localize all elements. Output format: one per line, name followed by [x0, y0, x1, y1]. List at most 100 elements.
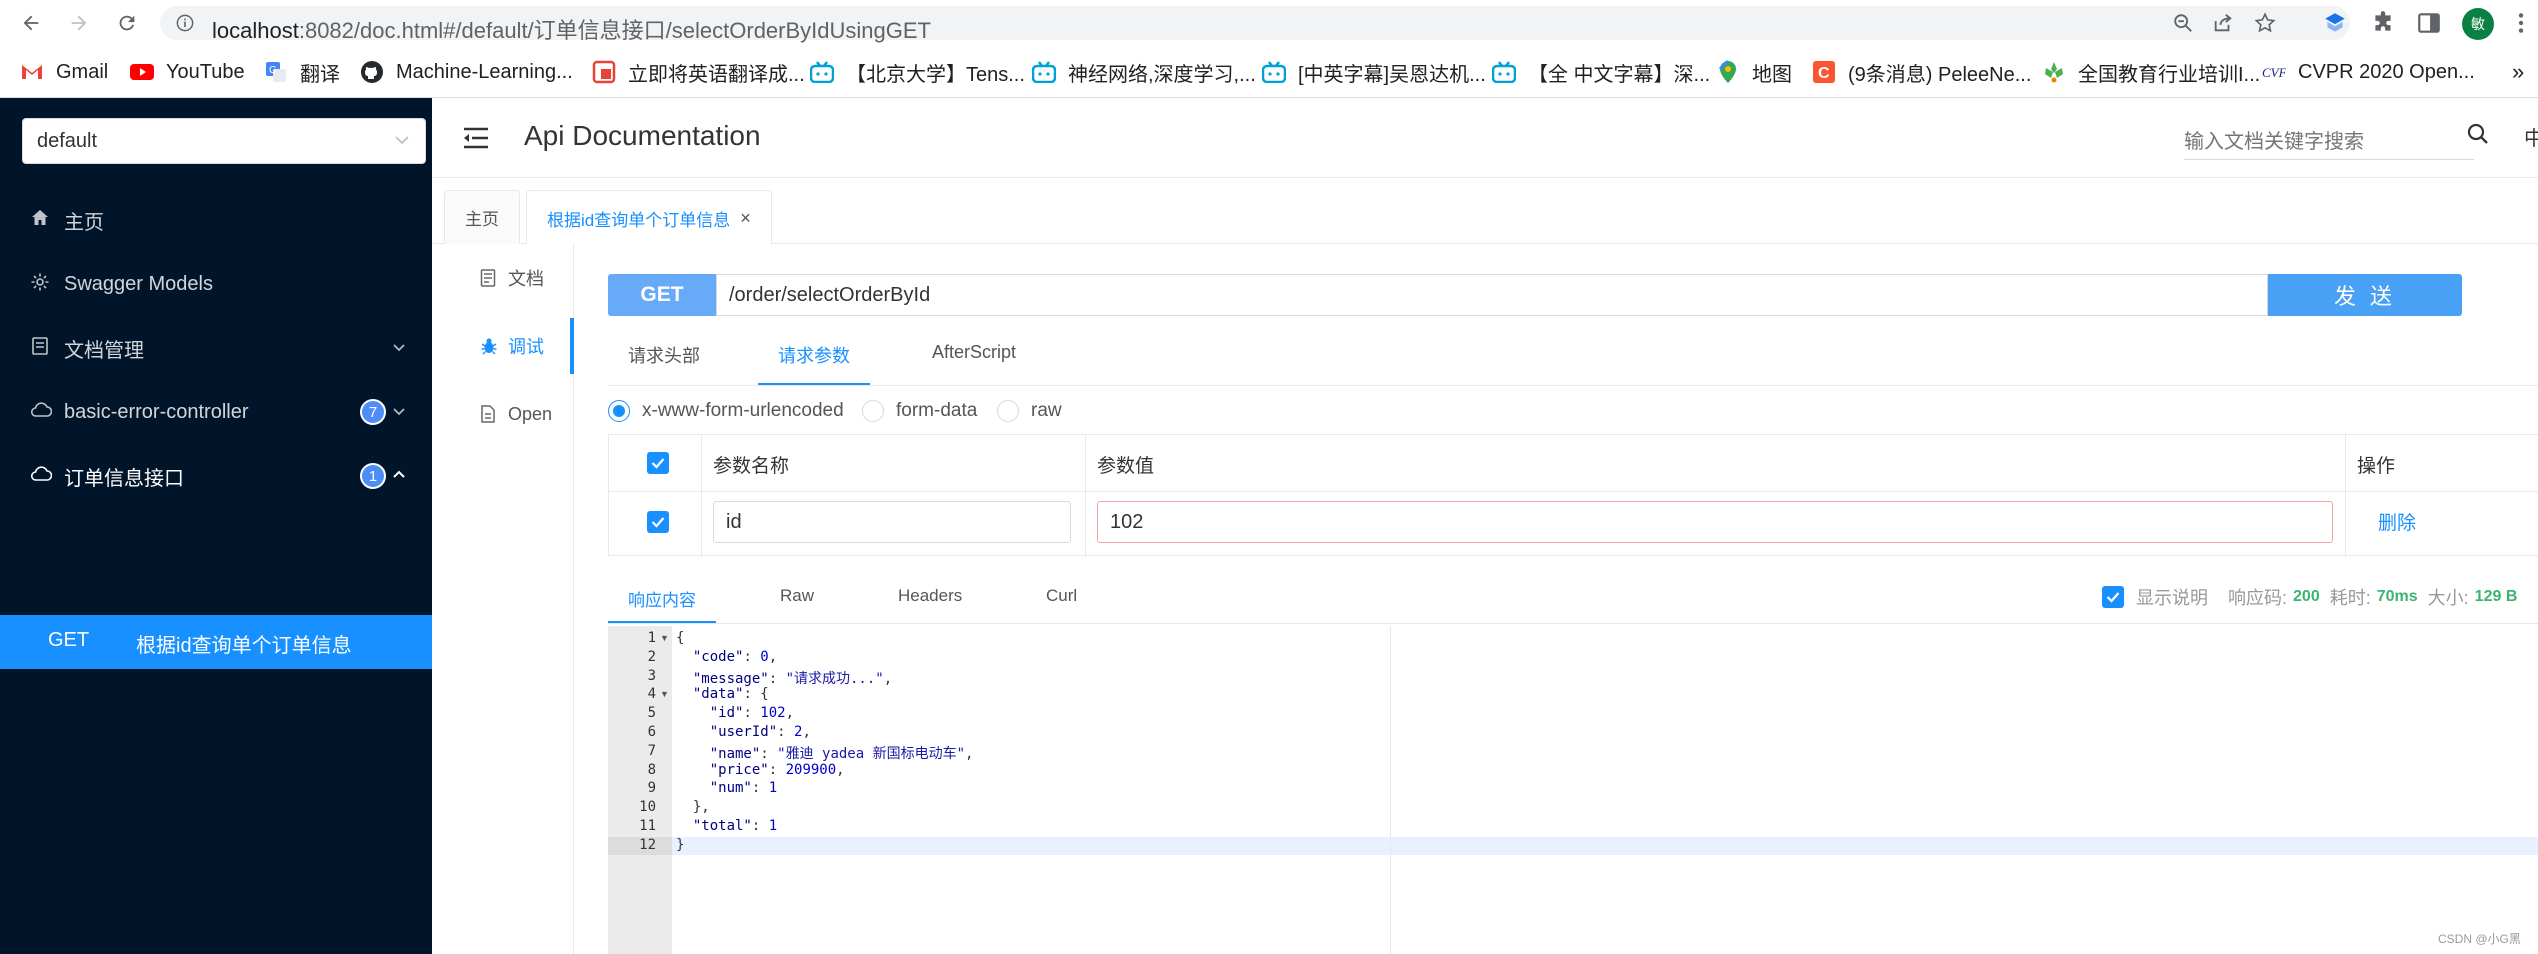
http-method-badge: GET [608, 274, 716, 316]
url-text: localhost:8082/doc.html#/default/订单信息接口/… [212, 13, 931, 45]
tab-response-raw[interactable]: Raw [780, 586, 814, 624]
bookmark-label: 立即将英语翻译成... [628, 63, 805, 86]
sidebar-item-order-api[interactable]: 订单信息接口 1 [0, 444, 432, 508]
close-icon[interactable]: × [740, 208, 751, 229]
bookmark-neural-networks[interactable]: 神经网络,深度学习,... [1032, 58, 1256, 86]
bookmark-gmail[interactable]: Gmail [20, 58, 108, 86]
sub-nav-debug[interactable]: 调试 [432, 318, 574, 374]
gear-icon [30, 272, 52, 294]
sub-nav-docs[interactable]: 文档 [432, 250, 574, 306]
send-button[interactable]: 发 送 [2268, 274, 2462, 316]
language-switch[interactable]: 中 [2524, 122, 2538, 151]
column-header-param-value: 参数值 [1097, 456, 1155, 477]
params-table: 参数名称 参数值 操作 id 102 [608, 434, 2538, 557]
bookmark-machine-learning[interactable]: Machine-Learning... [360, 58, 573, 86]
book-icon [30, 336, 52, 358]
bug-icon [480, 337, 498, 355]
star-icon[interactable] [2254, 12, 2276, 34]
bookmark-youtube[interactable]: YouTube [130, 58, 245, 86]
radio-checked-icon [608, 400, 630, 422]
sub-nav-label: 文档 [508, 269, 544, 289]
tab-after-script[interactable]: AfterScript [932, 342, 1016, 386]
radio-urlencoded[interactable]: x-www-form-urlencoded [608, 400, 844, 422]
back-arrow-icon[interactable] [16, 8, 46, 38]
line-number: 10 [639, 799, 656, 816]
bookmark-label: 【全 中文字幕】深... [1528, 63, 1711, 86]
extensions-puzzle-icon[interactable] [2370, 10, 2396, 36]
side-panel-icon[interactable] [2416, 10, 2442, 36]
divider [2345, 435, 2346, 557]
tab-request-params[interactable]: 请求参数 [758, 342, 870, 386]
param-name-input[interactable]: id [713, 501, 1071, 543]
tab-response-content[interactable]: 响应内容 [608, 586, 716, 624]
method-label: GET [48, 629, 90, 651]
url-host: localhost [212, 18, 299, 43]
cvf-icon: CVF [2262, 60, 2286, 84]
sub-nav-open[interactable]: Open [432, 386, 574, 442]
reload-icon[interactable] [112, 8, 142, 38]
bookmarks-overflow[interactable]: » [2512, 58, 2524, 86]
forward-arrow-icon[interactable] [64, 8, 94, 38]
bookmark-translate[interactable]: G 翻译 [264, 58, 340, 86]
response-body-editor[interactable]: 1 ▼ 2 3 4 ▼ 5 6 7 8 9 10 11 12 { "code": 0, "message"… [608, 626, 2538, 954]
bookmark-deep-learning[interactable]: 【全 中文字幕】深... [1492, 58, 1710, 86]
chevron-down-icon [392, 340, 406, 354]
fold-arrow-icon[interactable]: ▼ [660, 633, 669, 643]
bookmark-education[interactable]: 全国教育行业培训I... [2042, 58, 2260, 86]
sub-nav-label: 调试 [508, 337, 544, 357]
more-menu-icon[interactable] [2508, 10, 2534, 36]
group-select-value: default [37, 130, 98, 152]
sidebar-item-doc-management[interactable]: 文档管理 [0, 316, 432, 380]
api-sub-nav: 文档 调试 Open [432, 244, 574, 954]
radio-label: raw [1031, 400, 1062, 421]
bilibili-icon [1262, 60, 1286, 84]
page-title: Api Documentation [524, 120, 761, 151]
tab-get-order-by-id[interactable]: 根据id查询单个订单信息 × [526, 190, 772, 245]
bookmark-andrew-ng[interactable]: [中英字幕]吴恩达机... [1262, 58, 1486, 86]
tab-response-curl[interactable]: Curl [1046, 586, 1077, 624]
bookmark-label: 全国教育行业培训I... [2078, 63, 2261, 86]
sidebar-item-basic-error-controller[interactable]: basic-error-controller 7 [0, 380, 432, 444]
divider [608, 385, 2538, 386]
profile-avatar[interactable]: 敏 [2462, 8, 2494, 40]
radio-label: form-data [896, 400, 978, 421]
bookmark-peleenet[interactable]: C (9条消息) PeleeNe... [1812, 58, 2031, 86]
file-icon [480, 405, 498, 423]
bookmark-cvpr[interactable]: CVF CVPR 2020 Open... [2262, 58, 2475, 86]
search-icon[interactable] [2466, 122, 2492, 148]
site-info-icon[interactable] [176, 14, 194, 32]
extension-badge-icon[interactable] [2322, 10, 2348, 36]
bookmark-label: Gmail [56, 60, 109, 83]
bookmark-translate-app[interactable]: 立即将英语翻译成... [592, 58, 805, 86]
param-row-checkbox[interactable] [647, 511, 669, 533]
radio-form-data[interactable]: form-data [862, 400, 977, 422]
fold-arrow-icon[interactable]: ▼ [660, 689, 669, 699]
param-value-input[interactable]: 102 [1097, 501, 2333, 543]
bookmark-maps[interactable]: 地图 [1716, 58, 1792, 86]
share-icon[interactable] [2212, 12, 2234, 34]
divider [608, 623, 2538, 624]
gmail-icon [20, 60, 44, 84]
tab-home[interactable]: 主页 [444, 190, 520, 244]
radio-raw[interactable]: raw [997, 400, 1062, 422]
request-url-input[interactable]: /order/selectOrderById [716, 274, 2268, 316]
show-description-checkbox[interactable] [2102, 586, 2124, 608]
zoom-icon[interactable] [2172, 12, 2194, 34]
sidebar-item-swagger-models[interactable]: Swagger Models [0, 252, 432, 316]
delete-param-link[interactable]: 删除 [2378, 508, 2416, 535]
bookmark-pku-tensorflow[interactable]: 【北京大学】Tens... [810, 58, 1025, 86]
code-line: } [676, 836, 685, 853]
code-line: "data": { [692, 686, 769, 703]
sidebar-item-home[interactable]: 主页 [0, 188, 432, 252]
group-select[interactable]: default [22, 118, 426, 164]
select-all-checkbox[interactable] [647, 452, 669, 474]
sidebar-item-get-order-by-id[interactable]: GET 根据id查询单个订单信息 [0, 615, 432, 669]
line-number: 2 [647, 648, 656, 665]
search-input[interactable] [2184, 120, 2474, 160]
menu-fold-icon[interactable] [462, 126, 490, 150]
address-bar[interactable]: localhost:8082/doc.html#/default/订单信息接口/… [160, 6, 2350, 43]
line-number: 3 [647, 667, 656, 684]
url-path: :8082/doc.html#/default/订单信息接口/selectOrd… [298, 18, 931, 43]
tab-request-headers[interactable]: 请求头部 [628, 342, 700, 386]
tab-response-headers[interactable]: Headers [898, 586, 962, 624]
